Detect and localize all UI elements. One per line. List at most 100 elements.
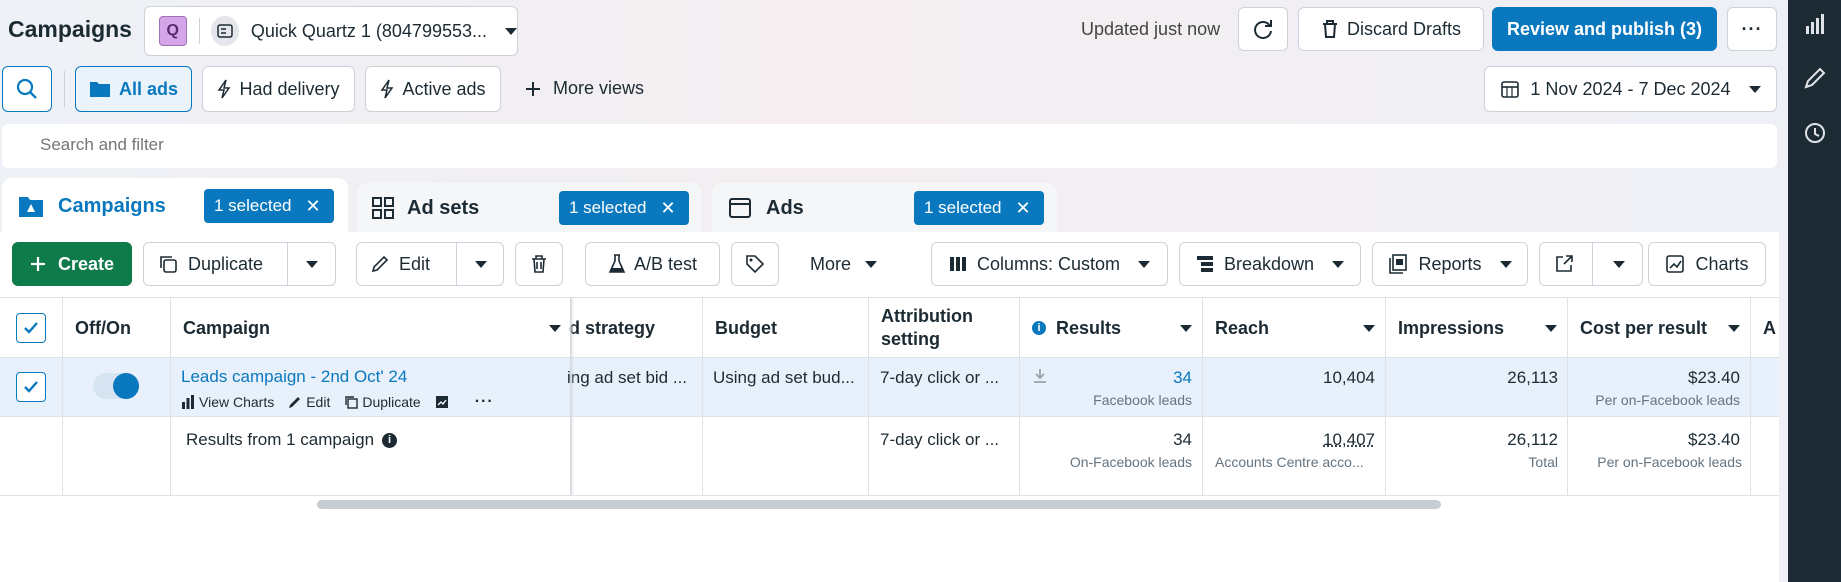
close-icon[interactable]: ✕ <box>661 198 676 219</box>
chevron-down-icon <box>1612 260 1625 268</box>
check-icon <box>24 381 38 393</box>
view-had-delivery[interactable]: Had delivery <box>202 66 355 112</box>
check-icon <box>24 322 38 334</box>
column-header-budget[interactable]: Budget <box>703 298 777 358</box>
campaign-name-link[interactable]: Leads campaign - 2nd Oct' 24 <box>181 367 407 387</box>
column-header-cost-per-result[interactable]: Cost per result <box>1568 298 1750 358</box>
history-icon[interactable] <box>1803 121 1827 145</box>
close-icon[interactable]: ✕ <box>1016 198 1031 219</box>
sort-icon[interactable] <box>1545 325 1557 332</box>
adsets-selected-badge[interactable]: 1 selected ✕ <box>559 191 689 225</box>
lightning-icon <box>381 79 394 99</box>
charts-button[interactable]: Charts <box>1648 242 1766 286</box>
folder-icon <box>89 82 110 97</box>
columns-button[interactable]: Columns: Custom <box>931 242 1168 286</box>
chevron-down-icon <box>505 27 517 35</box>
summary-cost-type: Per on-Facebook leads <box>1597 454 1742 470</box>
export-dropdown[interactable] <box>1595 243 1642 285</box>
plus-icon <box>30 257 45 271</box>
campaign-toggle[interactable] <box>93 373 139 399</box>
results-cell[interactable]: 34 <box>1173 368 1192 388</box>
column-header-amount[interactable]: A <box>1751 298 1779 358</box>
search-input[interactable] <box>40 135 1240 155</box>
chevron-down-icon <box>865 261 878 268</box>
delete-button[interactable] <box>515 242 563 286</box>
search-bar[interactable] <box>2 124 1777 168</box>
pencil-icon <box>289 397 301 408</box>
cost-type: Per on-Facebook leads <box>1595 392 1740 408</box>
image-icon[interactable] <box>435 395 449 409</box>
summary-impressions-type: Total <box>1528 454 1558 470</box>
tab-ads[interactable]: Ads 1 selected ✕ <box>712 183 1057 233</box>
more-actions-button[interactable]: More <box>810 254 878 275</box>
reports-icon <box>1389 254 1408 274</box>
chevron-down-icon <box>1748 85 1761 93</box>
column-header-reach[interactable]: Reach <box>1203 298 1385 358</box>
horizontal-scrollbar[interactable] <box>317 500 1441 509</box>
info-icon[interactable]: i <box>382 432 398 448</box>
analytics-icon[interactable] <box>1803 12 1827 36</box>
column-header-attribution[interactable]: Attribution setting <box>869 298 973 358</box>
duplicate-button[interactable]: Duplicate <box>144 243 281 285</box>
ellipsis-icon[interactable]: ··· <box>475 393 494 411</box>
export-button[interactable] <box>1540 243 1587 285</box>
edit-action[interactable]: Edit <box>288 394 330 410</box>
row-checkbox[interactable] <box>16 372 46 402</box>
duplicate-action[interactable]: Duplicate <box>344 394 421 410</box>
edit-button-group: Edit <box>356 242 504 286</box>
ads-selected-badge[interactable]: 1 selected ✕ <box>914 191 1044 225</box>
calendar-icon <box>1501 81 1520 98</box>
tab-ad-sets[interactable]: Ad sets 1 selected ✕ <box>357 183 702 233</box>
close-icon[interactable]: ✕ <box>306 196 321 217</box>
search-toggle-button[interactable] <box>2 66 52 112</box>
sort-icon[interactable] <box>1363 325 1375 332</box>
tab-campaigns[interactable]: Campaigns 1 selected ✕ <box>2 178 348 234</box>
summary-reach-type: Accounts Centre acco... <box>1215 454 1364 470</box>
review-publish-button[interactable]: Review and publish (3) <box>1492 7 1717 51</box>
export-button-group <box>1539 242 1643 286</box>
download-icon[interactable] <box>1033 368 1047 384</box>
refresh-button[interactable] <box>1238 7 1288 51</box>
ab-test-button[interactable]: A/B test <box>585 242 720 286</box>
column-header-campaign[interactable]: Campaign <box>171 298 571 358</box>
chevron-down-icon <box>474 260 487 268</box>
account-avatar: Q <box>159 16 187 46</box>
duplicate-icon <box>160 256 177 273</box>
create-button[interactable]: Create <box>12 242 132 286</box>
view-active-ads[interactable]: Active ads <box>365 66 501 112</box>
flask-icon <box>608 254 626 273</box>
select-all-checkbox[interactable] <box>16 313 46 343</box>
campaigns-selected-badge[interactable]: 1 selected ✕ <box>204 189 334 223</box>
chevron-down-icon <box>1332 260 1345 268</box>
info-icon[interactable]: i <box>1032 321 1046 335</box>
column-header-bid-strategy[interactable]: d strategy <box>561 298 655 358</box>
more-options-button[interactable]: ··· <box>1727 7 1777 51</box>
grid-icon <box>372 197 394 219</box>
right-rail <box>1788 0 1841 582</box>
sort-icon[interactable] <box>1728 325 1740 332</box>
reports-button[interactable]: Reports <box>1372 242 1528 286</box>
account-selector[interactable]: Q Quick Quartz 1 (804799553... <box>144 6 518 56</box>
column-header-results[interactable]: i Results <box>1020 298 1202 358</box>
sort-icon[interactable] <box>549 325 561 332</box>
breakdown-button[interactable]: Breakdown <box>1179 242 1361 286</box>
duplicate-dropdown[interactable] <box>289 243 335 285</box>
tag-button[interactable] <box>731 242 779 286</box>
edit-dropdown[interactable] <box>458 243 503 285</box>
view-charts-action[interactable]: View Charts <box>181 394 274 410</box>
column-header-offon[interactable]: Off/On <box>63 298 131 358</box>
view-all-ads[interactable]: All ads <box>75 66 192 112</box>
columns-icon <box>949 257 966 271</box>
more-views-button[interactable]: More views <box>525 78 644 99</box>
update-status: Updated just now <box>1081 19 1221 39</box>
chart-icon <box>1666 255 1685 273</box>
sort-icon[interactable] <box>1180 325 1192 332</box>
breakdown-icon <box>1196 256 1213 272</box>
date-range-picker[interactable]: 1 Nov 2024 - 7 Dec 2024 <box>1484 66 1777 112</box>
duplicate-button-group: Duplicate <box>143 242 336 286</box>
edit-button[interactable]: Edit <box>357 243 450 285</box>
edit-icon[interactable] <box>1803 66 1827 90</box>
discard-drafts-button[interactable]: Discard Drafts <box>1298 7 1484 51</box>
column-header-impressions[interactable]: Impressions <box>1386 298 1567 358</box>
chevron-down-icon <box>1138 260 1151 268</box>
